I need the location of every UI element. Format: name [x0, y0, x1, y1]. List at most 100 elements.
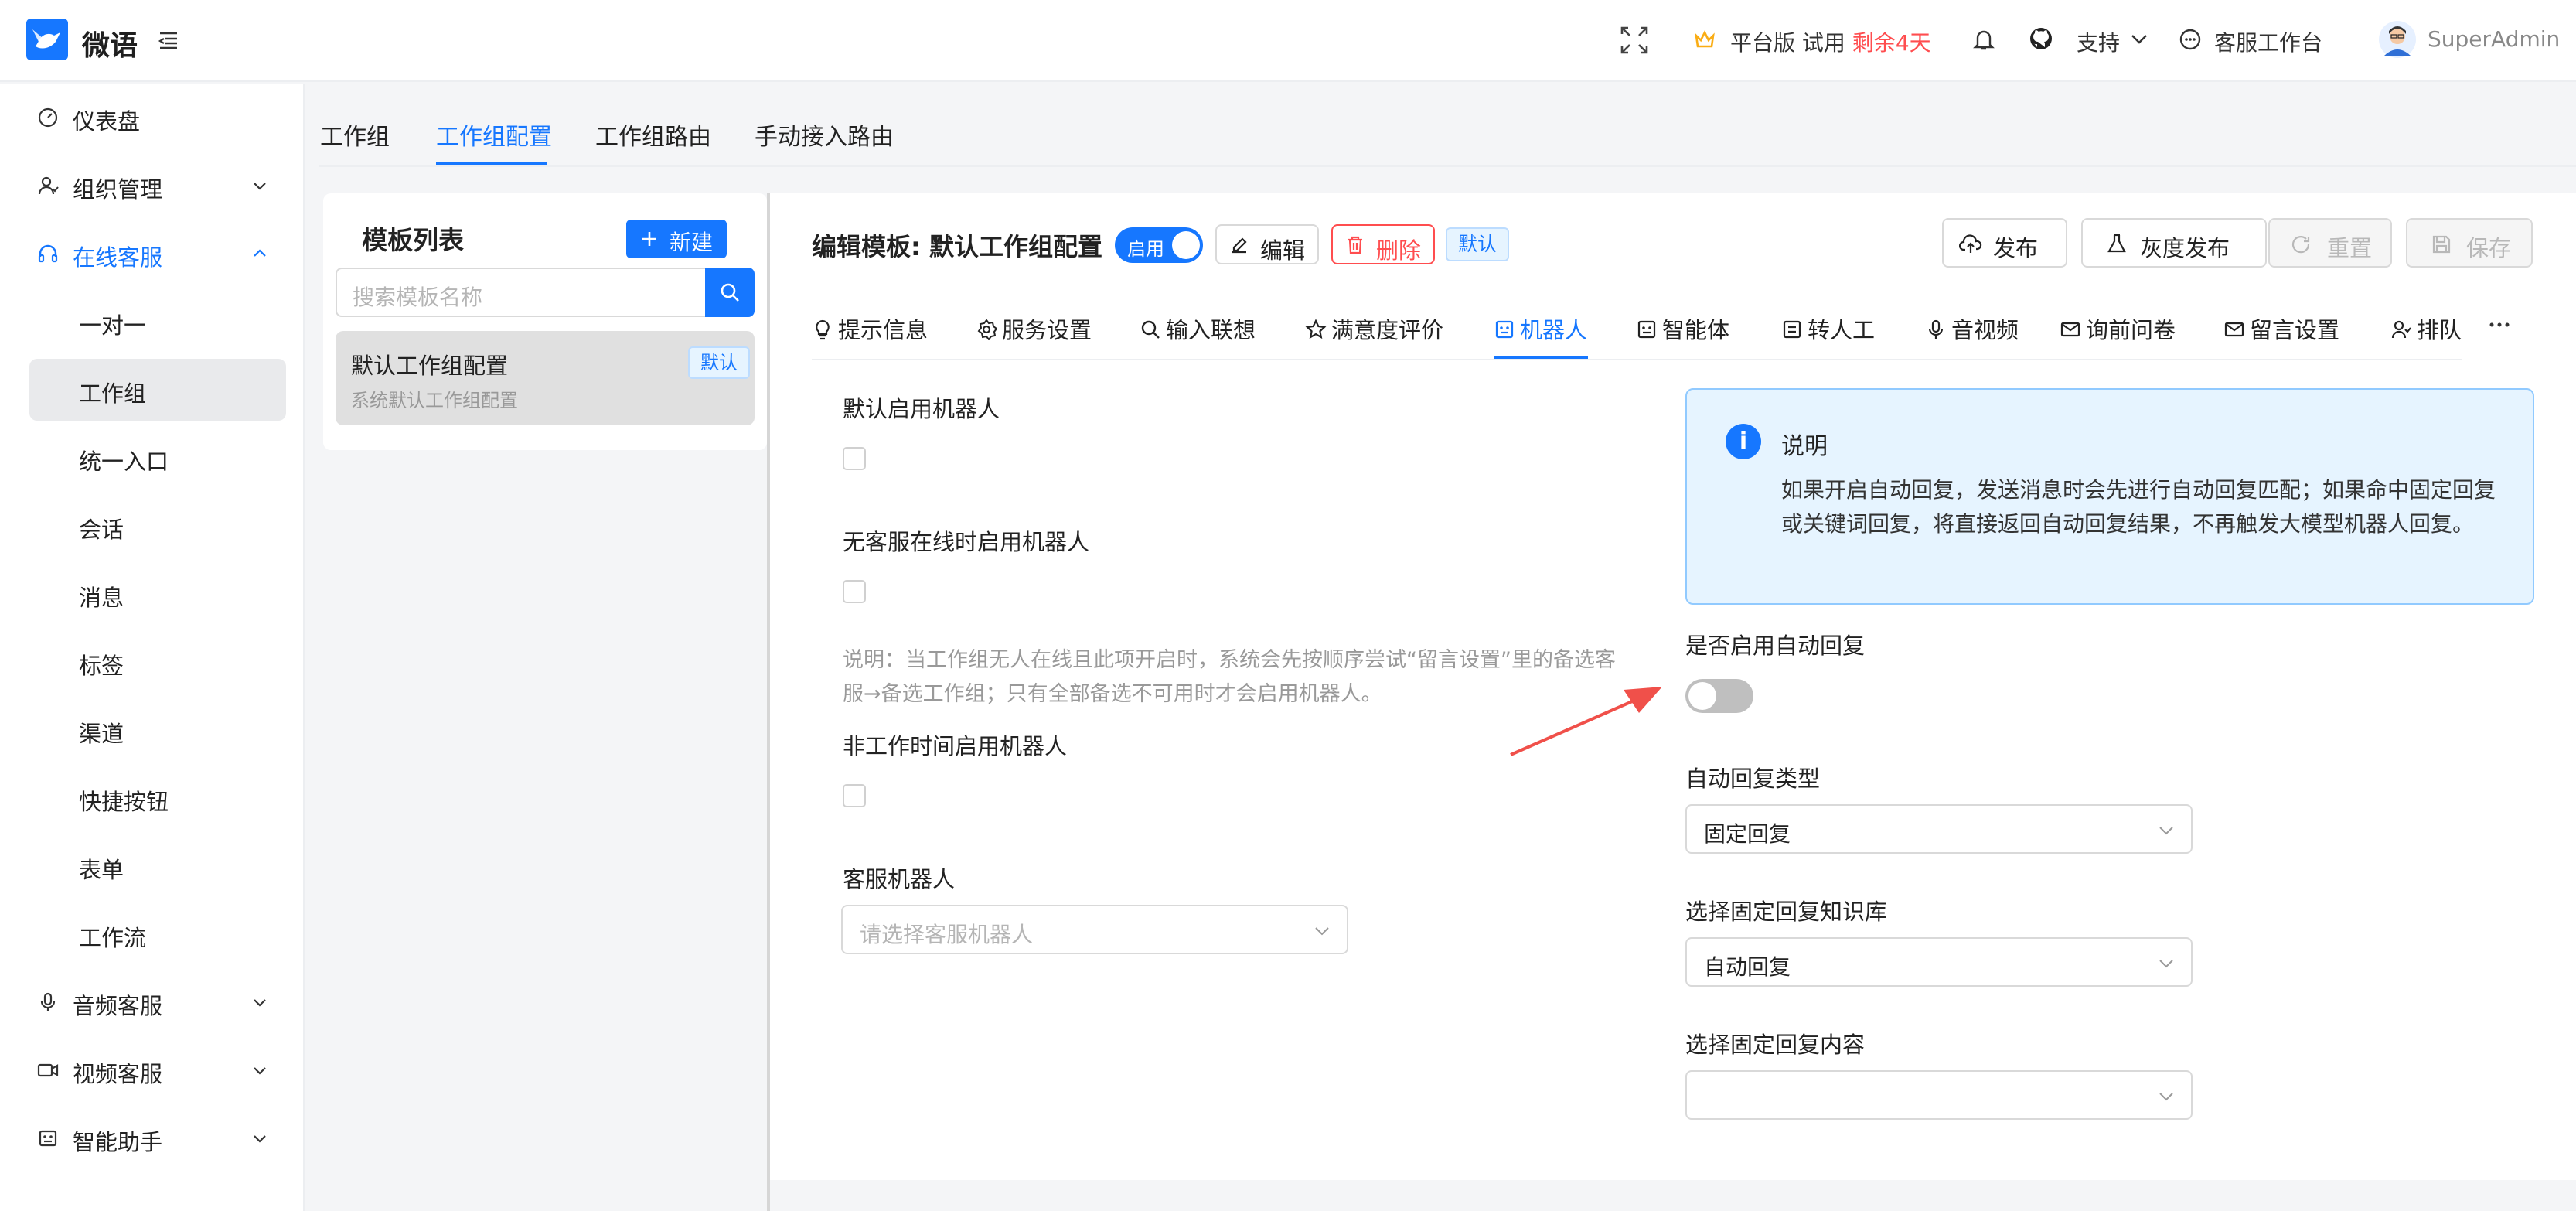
- sidebar-item-audio-service[interactable]: 音频客服: [29, 971, 286, 1033]
- auto-reply-content-select[interactable]: [1685, 1070, 2193, 1120]
- avatar[interactable]: [2378, 20, 2417, 59]
- new-template-button[interactable]: 新建: [626, 220, 727, 258]
- sidebar-subitem-workgroup[interactable]: 工作组: [29, 359, 286, 421]
- sidebar-subitem-unified-entry[interactable]: 统一入口: [29, 427, 286, 489]
- no-agent-robot-checkbox[interactable]: [843, 580, 866, 603]
- plan-label[interactable]: 平台版 试用 剩余4天: [1730, 26, 1931, 57]
- video-icon: [37, 1059, 59, 1081]
- annotation-arrow-icon: [1508, 681, 1667, 758]
- tabs-divider: [319, 165, 2576, 167]
- tab-workgroup[interactable]: 工作组: [320, 118, 390, 152]
- auto-reply-kb-select[interactable]: 自动回复: [1685, 937, 2193, 987]
- service-robot-placeholder: 请选择客服机器人: [860, 922, 1034, 947]
- bell-icon[interactable]: [1973, 28, 1995, 51]
- template-list-panel: 模板列表 新建 搜索模板名称 默认工作组配置 系统默认工作组配置 默认: [323, 193, 767, 450]
- template-search-input[interactable]: 搜索模板名称: [336, 268, 707, 317]
- menu-collapse-icon[interactable]: [158, 29, 179, 51]
- sidebar-item-video-service[interactable]: 视频客服: [29, 1039, 286, 1101]
- tab-transfer-human[interactable]: 转人工: [1781, 312, 1875, 345]
- switch-knob: [1688, 682, 1716, 710]
- github-icon[interactable]: [2029, 26, 2053, 51]
- chevron-down-icon: [2129, 31, 2149, 48]
- off-hours-robot-checkbox[interactable]: [843, 784, 866, 807]
- agent-icon: [1636, 319, 1658, 340]
- tabs-fade: [2462, 294, 2479, 356]
- reset-button-label: 重置: [2327, 235, 2373, 261]
- publish-button[interactable]: 发布: [1942, 218, 2067, 268]
- auto-reply-switch[interactable]: [1685, 679, 1753, 713]
- queue-icon: [2390, 319, 2412, 340]
- tab-robot[interactable]: 机器人: [1494, 312, 1587, 345]
- gray-publish-button[interactable]: 灰度发布: [2081, 218, 2267, 268]
- tab-input-suggest[interactable]: 输入联想: [1140, 312, 1256, 345]
- tab-manual-route[interactable]: 手动接入路由: [755, 118, 894, 152]
- tab-tips[interactable]: 提示信息: [812, 312, 928, 345]
- sidebar-subitem-label: 标签: [79, 653, 124, 679]
- sidebar-item-online-service[interactable]: 在线客服: [29, 223, 286, 285]
- search-button[interactable]: [705, 268, 755, 317]
- sidebar-item-label: 音频客服: [73, 993, 163, 1019]
- sidebar-item-dashboard[interactable]: 仪表盘: [29, 87, 286, 148]
- tab-queue[interactable]: 排队: [2390, 312, 2462, 345]
- tab-audio-video[interactable]: 音视频: [1925, 312, 2019, 345]
- no-agent-robot-hint: 说明：当工作组无人在线且此项开启时，系统会先按顺序尝试“留言设置”里的备选客 服…: [843, 648, 1616, 706]
- sidebar-subitem-forms[interactable]: 表单: [29, 835, 286, 897]
- tab-leave-message[interactable]: 留言设置: [2223, 312, 2339, 345]
- sidebar-subitem-messages[interactable]: 消息: [29, 563, 286, 625]
- star-icon: [1305, 319, 1327, 340]
- sidebar-subitem-quick-buttons[interactable]: 快捷按钮: [29, 767, 286, 829]
- sidebar-subitem-label: 表单: [79, 857, 124, 883]
- auto-reply-content-label: 选择固定回复内容: [1685, 1032, 1866, 1058]
- tab-agent[interactable]: 智能体: [1636, 312, 1729, 345]
- search-placeholder: 搜索模板名称: [353, 285, 483, 310]
- tab-active-indicator: [436, 162, 547, 165]
- tabs-divider: [812, 359, 2462, 360]
- reset-button[interactable]: 重置: [2268, 218, 2392, 268]
- default-badge: 默认: [1446, 227, 1509, 261]
- service-robot-select[interactable]: 请选择客服机器人: [841, 905, 1348, 954]
- sidebar-subitem-channels[interactable]: 渠道: [29, 699, 286, 761]
- sidebar-subitem-workflow[interactable]: 工作流: [29, 903, 286, 965]
- cloud-upload-icon: [1959, 233, 1982, 254]
- info-alert: i 说明 如果开启自动回复，发送消息时会先进行自动回复匹配；如果命中固定回复或关…: [1685, 388, 2534, 605]
- save-button[interactable]: 保存: [2406, 218, 2533, 268]
- workbench-link[interactable]: 客服工作台: [2214, 26, 2322, 57]
- chevron-down-icon: [250, 176, 269, 195]
- mail-icon: [2060, 319, 2081, 340]
- template-list-item[interactable]: 默认工作组配置 系统默认工作组配置 默认: [336, 331, 755, 425]
- chevron-down-icon: [2157, 1087, 2176, 1106]
- default-robot-checkbox[interactable]: [843, 447, 866, 470]
- auto-reply-type-select[interactable]: 固定回复: [1685, 804, 2193, 854]
- fullscreen-icon[interactable]: [1619, 25, 1650, 56]
- sidebar-subitem-label: 工作组: [79, 380, 147, 407]
- delete-button[interactable]: 删除: [1331, 224, 1435, 264]
- sidebar-item-org[interactable]: 组织管理: [29, 155, 286, 217]
- more-icon[interactable]: [2488, 319, 2511, 331]
- auto-reply-type-label: 自动回复类型: [1685, 766, 1821, 792]
- edit-icon: [1229, 235, 1249, 255]
- sidebar-item-assistant[interactable]: 智能助手: [29, 1107, 286, 1169]
- tab-workgroup-route[interactable]: 工作组路由: [595, 118, 711, 152]
- robot-icon: [37, 1127, 59, 1149]
- chevron-down-icon: [250, 993, 269, 1011]
- support-menu[interactable]: 支持: [2077, 26, 2120, 57]
- crown-icon: [1693, 28, 1716, 51]
- chevron-down-icon: [250, 1061, 269, 1080]
- edit-button[interactable]: 编辑: [1215, 224, 1319, 264]
- template-item-name: 默认工作组配置: [351, 353, 509, 379]
- username[interactable]: SuperAdmin: [2428, 26, 2560, 52]
- enable-switch[interactable]: 启用: [1115, 227, 1203, 263]
- editor-title: 编辑模板: 默认工作组配置: [812, 232, 1102, 261]
- sidebar-subitem-sessions[interactable]: 会话: [29, 495, 286, 557]
- logo-icon: [26, 19, 68, 60]
- switch-knob: [1172, 231, 1200, 259]
- tab-pre-survey[interactable]: 询前问卷: [2060, 312, 2176, 345]
- sidebar-subitem-tags[interactable]: 标签: [29, 631, 286, 693]
- sidebar-item-label: 智能助手: [73, 1129, 163, 1155]
- sidebar-subitem-one-to-one[interactable]: 一对一: [29, 291, 286, 353]
- tab-workgroup-config[interactable]: 工作组配置: [436, 118, 552, 152]
- tab-satisfaction[interactable]: 满意度评价: [1305, 312, 1443, 345]
- tab-service-settings[interactable]: 服务设置: [976, 312, 1092, 345]
- sidebar: 仪表盘 组织管理 在线客服 一对一 工作组 统一入口 会话 消息 标签 渠道 快…: [0, 84, 305, 1211]
- sidebar-subitem-label: 渠道: [79, 721, 124, 747]
